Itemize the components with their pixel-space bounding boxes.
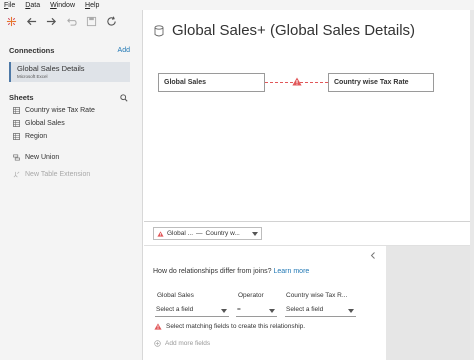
connections-title: Connections (9, 46, 55, 55)
connection-name: Global Sales Details (17, 64, 85, 73)
menu-data[interactable]: Data (25, 2, 40, 9)
chevron-down-icon (348, 309, 354, 313)
new-union-label: New Union (25, 154, 60, 161)
new-union-item[interactable]: New Union (13, 152, 59, 163)
relationship-selector[interactable]: Global ... — Country w... (153, 227, 262, 240)
forward-arrow-icon[interactable] (46, 16, 57, 27)
sheet-item-label: Region (25, 133, 48, 140)
back-arrow-icon[interactable] (26, 16, 37, 27)
relationship-warning: Select matching fields to create this re… (154, 323, 305, 330)
warning-icon (157, 230, 164, 237)
data-pane: Connections Add Global Sales Details Mic… (0, 10, 143, 360)
relationship-dash: — (196, 230, 203, 237)
left-field-value: Select a field (156, 306, 194, 313)
tableau-logo-icon[interactable] (6, 16, 17, 27)
sheet-item-region[interactable]: Region (13, 131, 47, 142)
search-icon[interactable] (120, 94, 128, 102)
save-icon[interactable] (86, 16, 97, 27)
chevron-down-icon (269, 309, 275, 313)
table-grid-icon (13, 120, 20, 127)
sheet-item-country-wise-tax-rate[interactable]: Country wise Tax Rate (13, 105, 95, 116)
table-card-global-sales[interactable]: Global Sales (158, 73, 265, 92)
relationship-help-text: How do relationships differ from joins? (153, 268, 272, 275)
datasource-header: Global Sales+ (Global Sales Details) (154, 22, 415, 39)
learn-more-link[interactable]: Learn more (274, 268, 310, 275)
data-source-canvas: Global Sales+ (Global Sales Details) Glo… (144, 10, 470, 221)
toolbar (0, 10, 143, 32)
database-icon (154, 24, 164, 36)
plus-circle-icon (154, 340, 161, 347)
sheet-item-label: Global Sales (25, 120, 65, 127)
new-table-extension-item[interactable]: New Table Extension (13, 169, 90, 180)
menu-bar: File Data Window Help (0, 0, 474, 10)
chevron-left-icon[interactable] (370, 252, 376, 259)
operator-label: Operator (238, 292, 264, 299)
add-connection-link[interactable]: Add (118, 47, 130, 54)
operator-value: = (237, 306, 241, 313)
new-table-extension-label: New Table Extension (25, 171, 91, 178)
datasource-title[interactable]: Global Sales+ (Global Sales Details) (172, 22, 415, 39)
relationship-panel: Global ... — Country w... How do relatio… (144, 221, 470, 360)
right-field-select[interactable]: Select a field (285, 306, 356, 317)
left-field-label: Global Sales (157, 292, 194, 299)
undo-icon[interactable] (66, 16, 77, 27)
vertical-scrollbar[interactable] (470, 10, 474, 360)
table-extension-icon (13, 171, 20, 178)
sheet-item-label: Country wise Tax Rate (25, 107, 95, 114)
relationship-help: How do relationships differ from joins? … (153, 268, 309, 275)
warning-icon[interactable] (292, 77, 302, 86)
sheet-item-global-sales[interactable]: Global Sales (13, 118, 65, 129)
table-card-country-wise-tax-rate[interactable]: Country wise Tax Rate (328, 73, 434, 92)
menu-window[interactable]: Window (50, 2, 75, 9)
right-field-value: Select a field (286, 306, 324, 313)
relationship-warning-text: Select matching fields to create this re… (166, 323, 306, 330)
table-grid-icon (13, 133, 20, 140)
add-more-fields-button[interactable]: Add more fields (154, 340, 210, 347)
connection-item[interactable]: Global Sales Details Microsoft Excel (9, 62, 130, 82)
union-icon (13, 154, 20, 161)
operator-select[interactable]: = (236, 306, 277, 317)
sheets-title: Sheets (9, 93, 34, 102)
relationship-right-table: Country w... (205, 230, 240, 237)
relationship-left-table: Global ... (167, 230, 194, 237)
menu-file[interactable]: File (4, 2, 15, 9)
chevron-down-icon (221, 309, 227, 313)
connection-type: Microsoft Excel (17, 74, 48, 79)
menu-help[interactable]: Help (85, 2, 99, 9)
table-grid-icon (13, 107, 20, 114)
refresh-icon[interactable] (106, 16, 117, 27)
warning-icon (154, 323, 162, 330)
left-field-select[interactable]: Select a field (155, 306, 229, 317)
add-more-fields-label: Add more fields (165, 340, 211, 347)
right-field-label: Country wise Tax R... (286, 292, 348, 299)
preview-area (386, 246, 470, 360)
chevron-down-icon (252, 231, 258, 236)
